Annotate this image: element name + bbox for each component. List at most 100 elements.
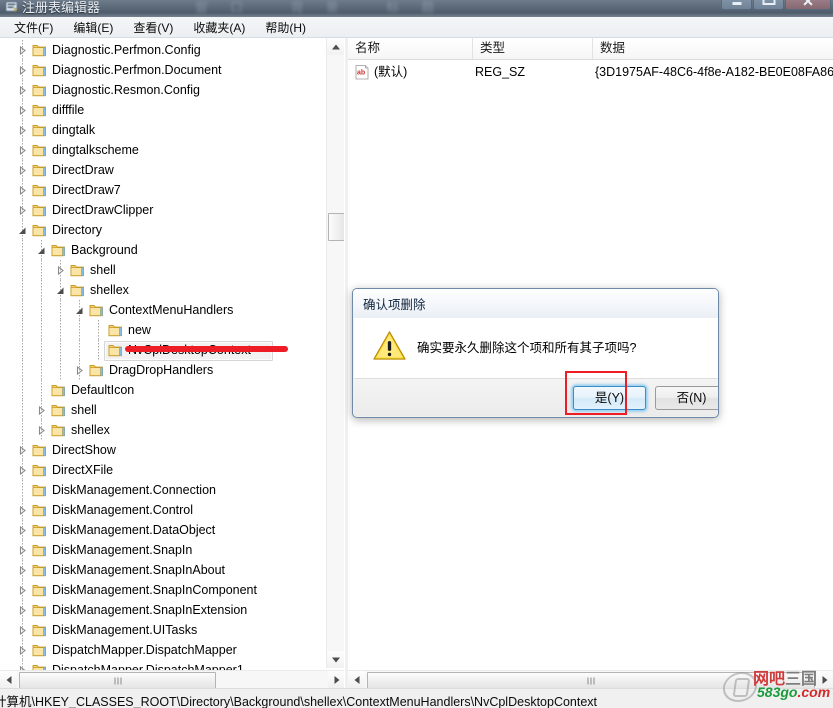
tree-horizontal-scrollbar[interactable] [0, 670, 344, 688]
chevron-right-icon[interactable] [18, 160, 27, 180]
close-button[interactable] [785, 0, 831, 10]
menu-help[interactable]: 帮助(H) [256, 17, 315, 38]
tree-item[interactable]: DefaultIcon [0, 380, 322, 400]
tree-scroll-down-button[interactable] [327, 651, 344, 668]
tree-item[interactable]: DiskManagement.DataObject [0, 520, 322, 540]
folder-icon [32, 443, 47, 457]
tree-item[interactable]: shell [0, 400, 322, 420]
tree-item[interactable]: DirectDrawClipper [0, 200, 322, 220]
menu-file[interactable]: 文件(F) [5, 17, 62, 38]
tree-item-selected[interactable]: NvCplDesktopContext [0, 340, 322, 361]
tree-item[interactable]: DirectDraw [0, 160, 322, 180]
menu-edit[interactable]: 编辑(E) [64, 17, 122, 38]
chevron-right-icon[interactable] [18, 40, 27, 60]
tree-item-label: DirectDrawClipper [52, 203, 154, 217]
chevron-right-icon[interactable] [18, 60, 27, 80]
tree-item[interactable]: DirectDraw7 [0, 180, 322, 200]
tree-item[interactable]: DiskManagement.SnapInAbout [0, 560, 322, 580]
chevron-right-icon[interactable] [18, 540, 27, 560]
chevron-down-icon[interactable] [18, 220, 27, 240]
tree-item[interactable]: DirectXFile [0, 460, 322, 480]
tree-item[interactable]: DispatchMapper.DispatchMapper1 [0, 660, 322, 670]
chevron-right-icon[interactable] [18, 520, 27, 540]
chevron-right-icon[interactable] [18, 660, 27, 670]
tree-item[interactable]: DiskManagement.SnapInExtension [0, 600, 322, 620]
chevron-right-icon[interactable] [18, 100, 27, 120]
tree-indent-guide [60, 320, 61, 340]
chevron-right-icon[interactable] [37, 420, 46, 440]
chevron-right-icon[interactable] [18, 640, 27, 660]
window-title: 注册表编辑器 [22, 0, 101, 15]
tree-item-label: DirectDraw7 [52, 183, 121, 197]
column-header-name[interactable]: 名称 [348, 38, 473, 59]
tree-item[interactable]: dingtalkscheme [0, 140, 322, 160]
tree-item[interactable]: Directory [0, 220, 322, 240]
folder-icon [32, 583, 47, 597]
chevron-right-icon[interactable] [18, 580, 27, 600]
tree-item[interactable]: shellex [0, 280, 322, 300]
list-header: 名称 类型 数据 [348, 38, 833, 60]
chevron-right-icon[interactable] [18, 460, 27, 480]
tree-scroll-left-button[interactable] [0, 671, 17, 688]
chevron-right-icon[interactable] [18, 440, 27, 460]
tree-indent-guide [41, 320, 42, 340]
chevron-down-icon[interactable] [75, 300, 84, 320]
column-header-data[interactable]: 数据 [593, 38, 833, 59]
tree-indent-guide [22, 320, 23, 340]
chevron-down-icon[interactable] [56, 280, 65, 300]
tree-item[interactable]: Background [0, 240, 322, 260]
folder-icon [32, 183, 47, 197]
tree-item[interactable]: DispatchMapper.DispatchMapper [0, 640, 322, 660]
tree-item[interactable]: DiskManagement.Connection [0, 480, 322, 500]
folder-icon [32, 463, 47, 477]
registry-tree[interactable]: Diagnostic.Perfmon.Config Diagnostic.Perf… [0, 40, 322, 670]
chevron-right-icon[interactable] [37, 400, 46, 420]
tree-item[interactable]: DirectShow [0, 440, 322, 460]
menu-view[interactable]: 查看(V) [124, 17, 182, 38]
tree-indent-guide [22, 340, 23, 360]
chevron-right-icon[interactable] [18, 620, 27, 640]
tree-indent-guide [41, 380, 42, 400]
chevron-down-icon[interactable] [37, 240, 46, 260]
confirm-no-button[interactable]: 否(N) [655, 386, 718, 410]
chevron-right-icon[interactable] [18, 120, 27, 140]
tree-item-label: NvCplDesktopContext [128, 343, 251, 357]
list-scroll-left-button[interactable] [348, 671, 365, 688]
tree-item[interactable]: Diagnostic.Perfmon.Config [0, 40, 322, 60]
chevron-right-icon[interactable] [18, 500, 27, 520]
chevron-right-icon[interactable] [56, 260, 65, 280]
tree-item[interactable]: difffile [0, 100, 322, 120]
chevron-right-icon[interactable] [18, 140, 27, 160]
confirm-yes-button[interactable]: 是(Y) [573, 386, 646, 410]
table-row[interactable]: ab (默认) REG_SZ {3D1975AF-48C6-4f8e-A182-… [348, 62, 833, 83]
tree-item[interactable]: ContextMenuHandlers [0, 300, 322, 320]
chevron-right-icon[interactable] [18, 560, 27, 580]
tree-item[interactable]: Diagnostic.Perfmon.Document [0, 60, 322, 80]
tree-horizontal-scroll-thumb[interactable] [19, 672, 216, 688]
tree-item[interactable]: DiskManagement.SnapIn [0, 540, 322, 560]
minimize-button[interactable] [721, 0, 752, 10]
tree-scroll-right-button[interactable] [328, 671, 344, 688]
tree-item[interactable]: shellex [0, 420, 322, 440]
tree-item[interactable]: shell [0, 260, 322, 280]
tree-item[interactable]: new [0, 320, 322, 340]
chevron-right-icon[interactable] [18, 600, 27, 620]
tree-indent-guide [22, 300, 23, 320]
tree-item[interactable]: DragDropHandlers [0, 360, 322, 380]
chevron-right-icon[interactable] [18, 80, 27, 100]
chevron-right-icon[interactable] [18, 200, 27, 220]
column-header-type[interactable]: 类型 [473, 38, 593, 59]
chevron-right-icon[interactable] [75, 360, 84, 380]
tree-item[interactable]: DiskManagement.SnapInComponent [0, 580, 322, 600]
tree-item[interactable]: dingtalk [0, 120, 322, 140]
tree-scroll-up-button[interactable] [327, 38, 344, 55]
maximize-button[interactable] [753, 0, 784, 10]
tree-item[interactable]: Diagnostic.Resmon.Config [0, 80, 322, 100]
menu-favorites[interactable]: 收藏夹(A) [184, 17, 254, 38]
tree-item[interactable]: DiskManagement.UITasks [0, 620, 322, 640]
tree-vertical-scrollbar[interactable] [326, 38, 344, 668]
tree-item[interactable]: DiskManagement.Control [0, 500, 322, 520]
chevron-right-icon[interactable] [18, 180, 27, 200]
tree-item-label: DiskManagement.SnapInComponent [52, 583, 257, 597]
tree-vertical-scroll-thumb[interactable] [328, 213, 344, 241]
